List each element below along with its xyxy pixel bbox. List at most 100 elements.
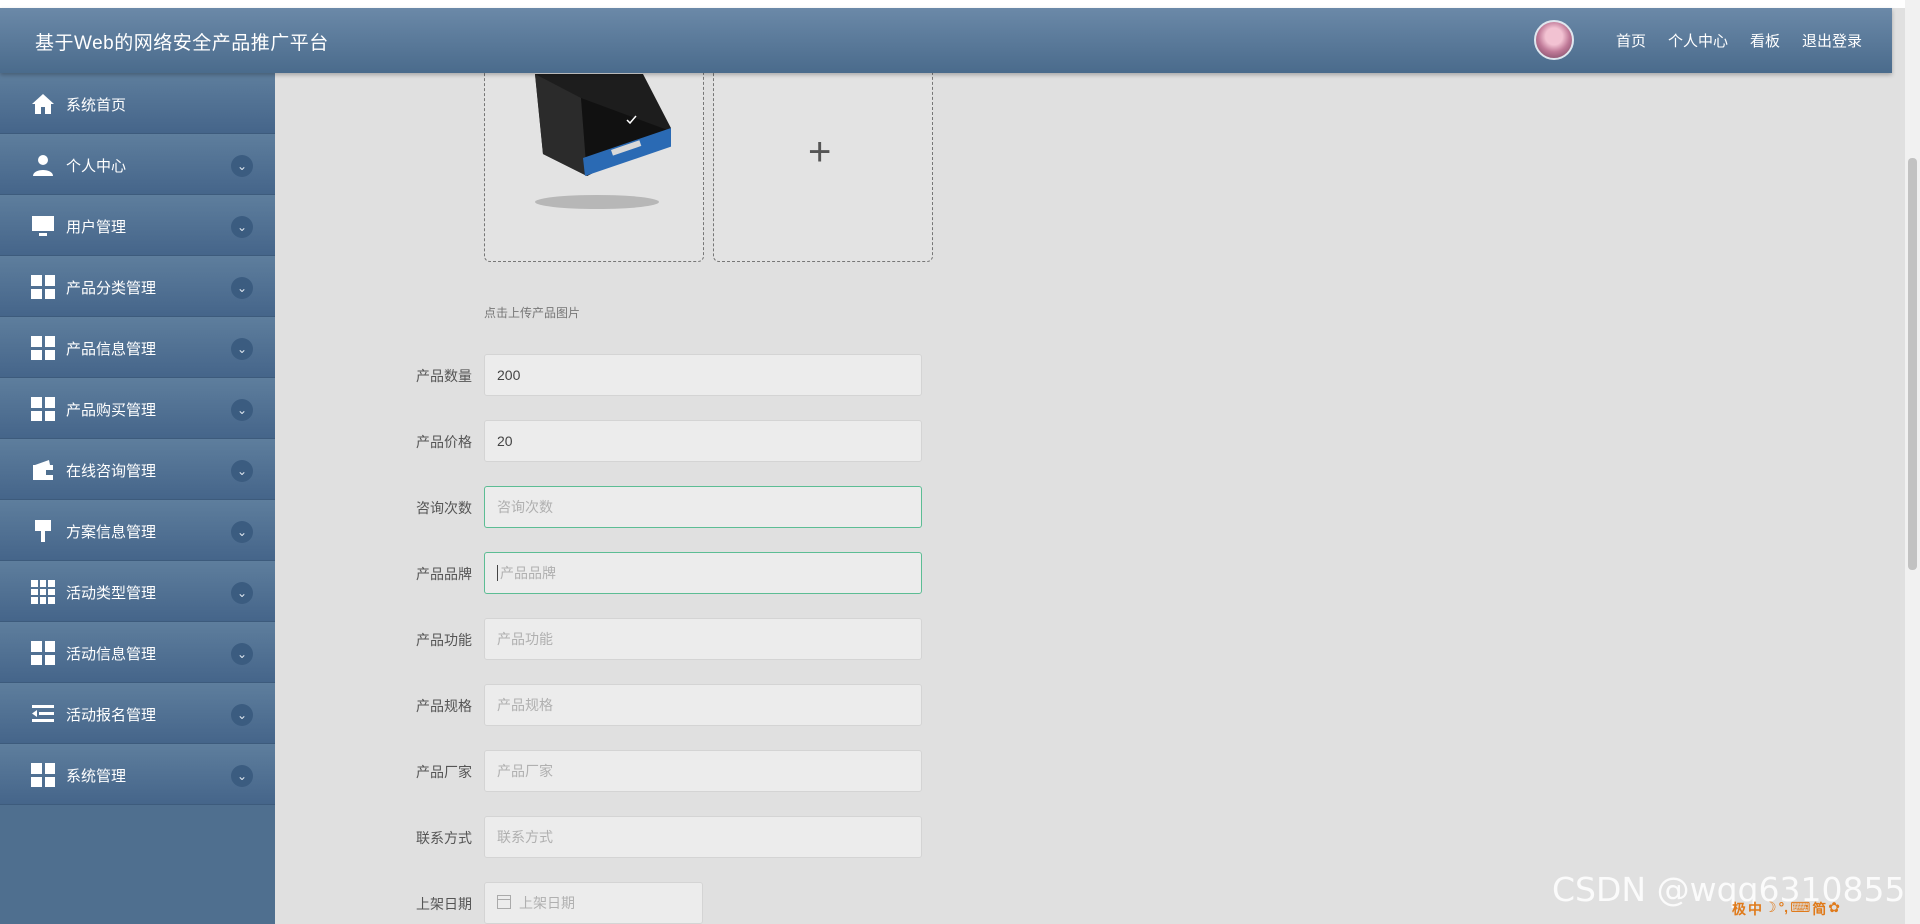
- ime-mode-icon[interactable]: 极: [1732, 899, 1746, 919]
- chevron-down-icon[interactable]: ⌄: [231, 765, 253, 787]
- sidebar-item-label: 活动信息管理: [66, 646, 157, 663]
- chevron-down-icon[interactable]: ⌄: [231, 277, 253, 299]
- ime-toolbar: 极 中 ☽ °, ⌨ 简 ✿: [1732, 899, 1840, 919]
- main-content: + 点击上传产品图片 产品数量 200 产品价格 20 咨询次数 咨询次数 产品…: [275, 63, 1905, 924]
- avatar[interactable]: [1533, 20, 1574, 60]
- sidebar-item-profile[interactable]: 个人中心 ⌄: [0, 134, 275, 195]
- user-icon: [33, 155, 53, 176]
- sidebar-item-system[interactable]: 系统管理 ⌄: [0, 744, 275, 805]
- consult-count-label: 咨询次数: [416, 500, 472, 516]
- sidebar-item-label: 个人中心: [66, 158, 127, 175]
- function-input[interactable]: 产品功能: [484, 618, 922, 660]
- brand-placeholder: 产品品牌: [500, 565, 556, 581]
- sidebar-item-label: 在线咨询管理: [66, 463, 157, 480]
- manufacturer-label: 产品厂家: [416, 764, 472, 780]
- chevron-down-icon[interactable]: ⌄: [231, 338, 253, 360]
- form-row-quantity: 产品数量 200: [275, 354, 975, 398]
- scrollbar-thumb[interactable]: [1908, 158, 1917, 570]
- grid-icon: [31, 641, 55, 665]
- text-caret: [497, 565, 498, 581]
- brand-input[interactable]: 产品品牌: [484, 552, 922, 594]
- consult-count-input[interactable]: 咨询次数: [484, 486, 922, 528]
- form-row-manufacturer: 产品厂家 产品厂家: [275, 750, 975, 794]
- sidebar-item-plan-info[interactable]: 方案信息管理 ⌄: [0, 500, 275, 561]
- form-row-price: 产品价格 20: [275, 420, 975, 464]
- sidebar-item-label: 产品分类管理: [66, 280, 157, 297]
- sidebar-item-label: 用户管理: [66, 219, 127, 236]
- price-input[interactable]: 20: [484, 420, 922, 462]
- uploaded-image-card[interactable]: [484, 63, 704, 262]
- chevron-down-icon[interactable]: ⌄: [231, 643, 253, 665]
- chevron-down-icon[interactable]: ⌄: [231, 216, 253, 238]
- listing-date-picker[interactable]: 上架日期: [484, 882, 703, 924]
- sidebar-item-online-consult[interactable]: 在线咨询管理 ⌄: [0, 439, 275, 500]
- grid-icon: [31, 763, 55, 787]
- sidebar-item-label: 活动报名管理: [66, 707, 157, 724]
- form-row-listing-date: 上架日期 上架日期: [275, 882, 975, 924]
- sidebar-item-label: 系统首页: [66, 97, 127, 114]
- sidebar-item-users[interactable]: 用户管理 ⌄: [0, 195, 275, 256]
- watermark: CSDN @wqq6310855: [1552, 870, 1906, 909]
- chevron-down-icon[interactable]: ⌄: [231, 460, 253, 482]
- chevron-down-icon[interactable]: ⌄: [231, 155, 253, 177]
- ime-keyboard-icon[interactable]: ⌨: [1790, 899, 1810, 919]
- form-row-contact: 联系方式 联系方式: [275, 816, 975, 860]
- contact-input[interactable]: 联系方式: [484, 816, 922, 858]
- listing-date-placeholder: 上架日期: [519, 895, 575, 911]
- home-icon: [32, 94, 54, 114]
- consult-count-placeholder: 咨询次数: [497, 499, 553, 515]
- contact-label: 联系方式: [416, 830, 472, 846]
- sidebar-item-product-info[interactable]: 产品信息管理 ⌄: [0, 317, 275, 378]
- ime-punct-icon[interactable]: °,: [1779, 899, 1789, 919]
- nav-home[interactable]: 首页: [1616, 30, 1646, 51]
- sidebar-item-label: 系统管理: [66, 768, 127, 785]
- nav-dashboard[interactable]: 看板: [1750, 30, 1780, 51]
- page-scrollbar[interactable]: [1905, 0, 1920, 924]
- sidebar-item-home[interactable]: 系统首页: [0, 73, 275, 134]
- ime-simplified-icon[interactable]: 简: [1812, 899, 1826, 919]
- top-strip: [0, 0, 1920, 8]
- ime-settings-icon[interactable]: ✿: [1828, 899, 1840, 919]
- chevron-down-icon[interactable]: ⌄: [231, 582, 253, 604]
- upload-add-button[interactable]: +: [713, 63, 933, 262]
- chevron-down-icon[interactable]: ⌄: [231, 399, 253, 421]
- sidebar-item-label: 产品购买管理: [66, 402, 157, 419]
- chevron-down-icon[interactable]: ⌄: [231, 521, 253, 543]
- brand-label: 产品品牌: [416, 566, 472, 582]
- ime-lang-icon[interactable]: 中: [1748, 899, 1762, 919]
- sidebar-item-activity-type[interactable]: 活动类型管理 ⌄: [0, 561, 275, 622]
- list-indent-icon: [32, 705, 54, 722]
- form-row-consult-count: 咨询次数 咨询次数: [275, 486, 975, 530]
- quantity-input[interactable]: 200: [484, 354, 922, 396]
- chevron-down-icon[interactable]: ⌄: [231, 704, 253, 726]
- form-row-brand: 产品品牌 产品品牌: [275, 552, 975, 596]
- sidebar-item-label: 产品信息管理: [66, 341, 157, 358]
- spec-placeholder: 产品规格: [497, 697, 553, 713]
- contact-placeholder: 联系方式: [497, 829, 553, 845]
- plus-icon: +: [808, 130, 832, 174]
- nav-logout[interactable]: 退出登录: [1802, 30, 1862, 51]
- sidebar-item-activity-info[interactable]: 活动信息管理 ⌄: [0, 622, 275, 683]
- sidebar: 系统首页 个人中心 ⌄ 用户管理 ⌄ 产品分类管理 ⌄ 产品信息管理 ⌄ 产品购…: [0, 73, 275, 924]
- form-row-spec: 产品规格 产品规格: [275, 684, 975, 728]
- sidebar-item-product-purchase[interactable]: 产品购买管理 ⌄: [0, 378, 275, 439]
- manufacturer-input[interactable]: 产品厂家: [484, 750, 922, 792]
- calendar-icon: [497, 895, 511, 909]
- price-label: 产品价格: [416, 434, 472, 450]
- function-placeholder: 产品功能: [497, 631, 553, 647]
- grid-icon: [31, 397, 55, 421]
- listing-date-label: 上架日期: [416, 896, 472, 912]
- nav-profile[interactable]: 个人中心: [1668, 30, 1728, 51]
- spec-label: 产品规格: [416, 698, 472, 714]
- monitor-icon: [32, 216, 54, 236]
- sidebar-item-product-category[interactable]: 产品分类管理 ⌄: [0, 256, 275, 317]
- ime-moon-icon[interactable]: ☽: [1764, 899, 1777, 919]
- sidebar-item-label: 方案信息管理: [66, 524, 157, 541]
- spec-input[interactable]: 产品规格: [484, 684, 922, 726]
- app-title: 基于Web的网络安全产品推广平台: [35, 33, 329, 54]
- app-header: 基于Web的网络安全产品推广平台 首页 个人中心 看板 退出登录: [0, 8, 1892, 73]
- wallet-icon: [33, 460, 53, 480]
- sidebar-item-activity-signup[interactable]: 活动报名管理 ⌄: [0, 683, 275, 744]
- upload-tip: 点击上传产品图片: [484, 306, 581, 320]
- manufacturer-placeholder: 产品厂家: [497, 763, 553, 779]
